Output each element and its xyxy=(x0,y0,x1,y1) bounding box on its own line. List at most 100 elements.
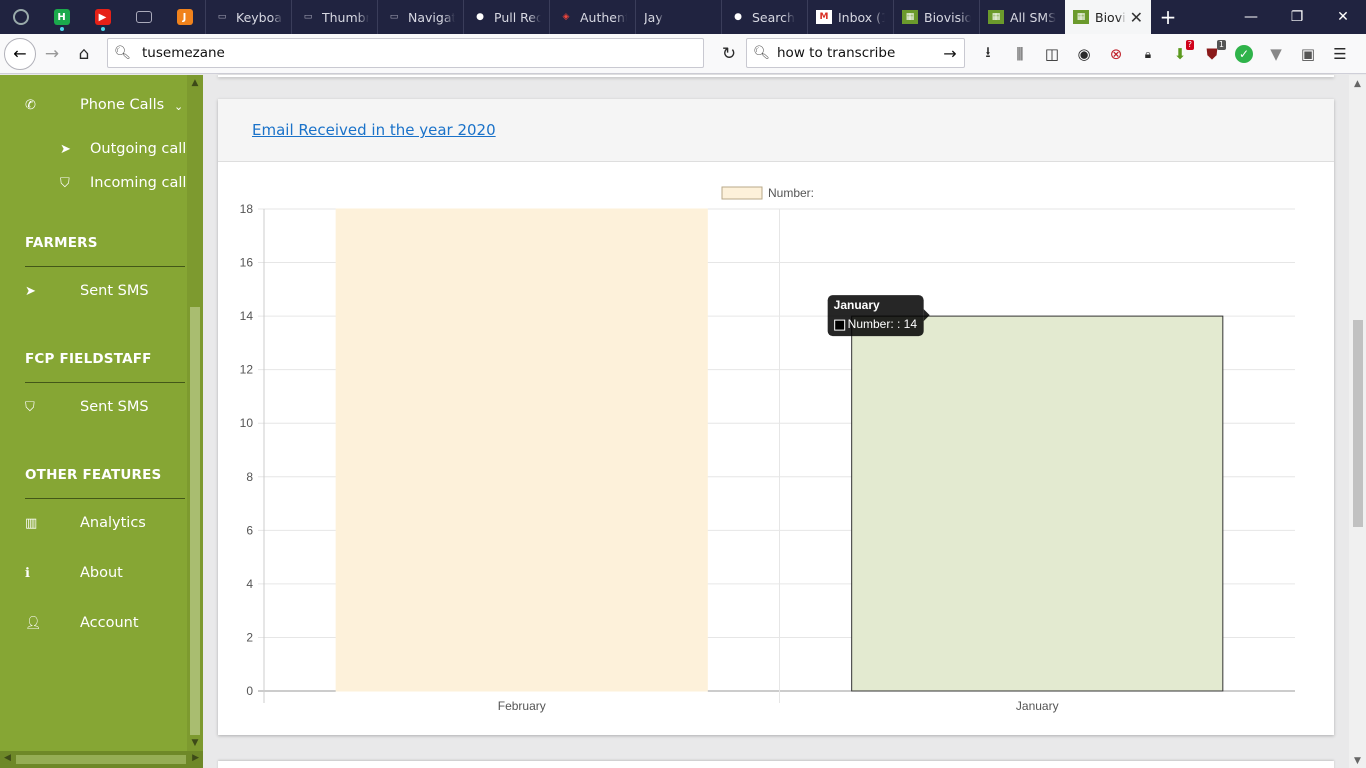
chevron-down-icon[interactable]: ⌄ xyxy=(174,100,183,113)
account-button[interactable]: ◉ xyxy=(1068,38,1100,70)
ublock-icon: ⛊ xyxy=(1206,45,1218,63)
sidebar-item-incoming-calls[interactable]: ⛉ Incoming calls xyxy=(60,175,194,191)
sidebar-item-about[interactable]: ℹ About xyxy=(25,565,123,581)
tab[interactable]: ▭ Thumbn xyxy=(291,0,377,34)
tab[interactable]: ● Pull Req xyxy=(463,0,549,34)
tab[interactable]: ▭ Keyboar xyxy=(205,0,291,34)
tab-label: Keyboar xyxy=(236,9,283,25)
x-tick-label: January xyxy=(1016,699,1059,713)
tooltip-swatch xyxy=(834,319,846,331)
search-go-icon[interactable]: → xyxy=(936,44,964,63)
tab[interactable]: ▭ Navigati xyxy=(377,0,463,34)
tab[interactable]: ● Search xyxy=(721,0,807,34)
blocker-button[interactable]: ⊗ xyxy=(1100,38,1132,70)
lock-button[interactable]: 🔒︎ xyxy=(1132,38,1164,70)
scrollbar-thumb[interactable] xyxy=(190,307,200,735)
sidebar-scrollbar[interactable]: ▲ ▼ xyxy=(187,75,203,751)
sidebar-item-fcp-sent-sms[interactable]: ⛉ Sent SMS xyxy=(25,399,149,415)
scroll-up-icon[interactable]: ▲ xyxy=(187,75,203,91)
sidebar-item-label: Sent SMS xyxy=(80,283,149,299)
vue-devtools-button[interactable]: ▼ xyxy=(1260,38,1292,70)
arrow-right-icon: → xyxy=(44,43,60,64)
scroll-down-icon[interactable]: ▼ xyxy=(187,735,203,751)
pinned-tab-4[interactable] xyxy=(123,0,164,34)
scroll-down-icon[interactable]: ▼ xyxy=(1349,756,1366,766)
tab-indicator-dot xyxy=(100,27,105,31)
sidebar-item-outgoing-calls[interactable]: ➤ Outgoing calls xyxy=(60,141,194,157)
tab[interactable]: ▦ All SMS xyxy=(979,0,1065,34)
screen-icon xyxy=(135,11,152,23)
back-button[interactable]: ← xyxy=(4,37,36,70)
minimize-icon[interactable]: — xyxy=(1228,0,1274,34)
sidebar-item-account[interactable]: 👤︎ Account xyxy=(25,615,139,631)
y-tick-label: 14 xyxy=(240,309,254,323)
sidebar-item-phone-calls[interactable]: ✆ Phone Calls xyxy=(25,97,164,113)
tooltip: January Number: : 14 xyxy=(827,295,930,337)
nav-toolbar: ← → ⌂ 🔍︎ tusemezane ↻ 🔍︎ how to transcri… xyxy=(0,34,1366,74)
tab[interactable]: M Inbox (1, xyxy=(807,0,893,34)
download-icon: ⭳ xyxy=(985,42,991,61)
ublock-button[interactable]: ⛊ 1 xyxy=(1196,38,1228,70)
scroll-right-icon[interactable]: ▶ xyxy=(192,753,199,763)
pinned-tab-2[interactable]: H xyxy=(41,0,82,34)
sidebar-item-farmers-sent-sms[interactable]: ➤ Sent SMS xyxy=(25,283,149,299)
download-button[interactable]: ⭳ xyxy=(972,38,1004,70)
pinned-tab-5[interactable]: J xyxy=(164,0,205,34)
legend-swatch xyxy=(721,186,763,200)
pinned-tab-1[interactable] xyxy=(0,0,41,34)
tab-label: Inbox (1, xyxy=(838,9,885,25)
reload-button[interactable]: ↻ xyxy=(713,38,745,70)
scroll-left-icon[interactable]: ◀ xyxy=(4,753,11,763)
bar-february xyxy=(335,208,708,692)
tab[interactable]: ◈ Authent xyxy=(549,0,635,34)
tab-label: Navigati xyxy=(408,9,455,25)
screen-icon: ▭ xyxy=(303,12,313,22)
circle-app-icon xyxy=(12,9,29,25)
search-value: how to transcribe xyxy=(777,45,896,61)
youtube-icon: ▶ xyxy=(94,9,111,25)
new-tab-button[interactable]: + xyxy=(1151,0,1185,34)
reload-icon: ↻ xyxy=(721,44,737,64)
url-bar[interactable]: 🔍︎ tusemezane xyxy=(107,38,704,68)
email-received-link[interactable]: Email Received in the year 2020 xyxy=(252,121,496,139)
scrollbar-thumb[interactable] xyxy=(16,755,186,764)
menu-button[interactable]: ☰ xyxy=(1324,38,1356,70)
screenshot-button[interactable]: ▣ xyxy=(1292,38,1324,70)
close-tab-icon[interactable]: ✕ xyxy=(1130,8,1143,27)
sidebar-item-label: Outgoing calls xyxy=(90,141,194,157)
sidebar-item-analytics[interactable]: ▥ Analytics xyxy=(25,515,146,531)
scrollbar-thumb[interactable] xyxy=(1353,320,1363,527)
tab-label: Pull Req xyxy=(494,9,541,25)
library-button[interactable]: ⫼ xyxy=(1004,38,1036,70)
sidebar-horizontal-scrollbar[interactable]: ◀ ▶ xyxy=(0,751,203,768)
restore-icon[interactable]: ❐ xyxy=(1274,0,1320,34)
search-bar[interactable]: 🔍︎ how to transcribe → xyxy=(746,38,965,68)
check-button[interactable]: ✓ xyxy=(1228,38,1260,70)
pinned-tab-3[interactable]: ▶ xyxy=(82,0,123,34)
camera-icon: ▣ xyxy=(1300,45,1316,63)
forward-button[interactable]: → xyxy=(36,38,68,70)
main-content: Email Received in the year 2020 0 2 4 6 8 10 1… xyxy=(203,75,1349,768)
home-button[interactable]: ⌂ xyxy=(68,38,100,70)
tooltip-body: Number: : 14 xyxy=(848,317,918,331)
tab-label: Thumbn xyxy=(322,9,369,25)
sidebar-item-label: Account xyxy=(80,615,139,631)
section-heading-fcp-fieldstaff: FCP FIELDSTAFF xyxy=(25,351,152,367)
window-controls: — ❐ ✕ xyxy=(1228,0,1366,34)
download-helper-button[interactable]: ⬇? xyxy=(1164,38,1196,70)
tab-active[interactable]: ▦ Biovi ✕ xyxy=(1065,0,1151,34)
page-scrollbar[interactable]: ▲ ▼ xyxy=(1349,75,1366,768)
close-window-icon[interactable]: ✕ xyxy=(1320,0,1366,34)
y-tick-label: 18 xyxy=(240,202,254,216)
sidebar-toggle-button[interactable]: ◫ xyxy=(1036,38,1068,70)
block-icon: ⊗ xyxy=(1109,45,1123,63)
scroll-up-icon[interactable]: ▲ xyxy=(1349,79,1366,89)
tab[interactable]: ▦ Biovision xyxy=(893,0,979,34)
home-icon: ⌂ xyxy=(78,43,90,64)
y-tick-label: 12 xyxy=(240,363,254,377)
biovision-icon: ▦ xyxy=(902,10,918,24)
bar-january xyxy=(851,315,1224,692)
tooltip-title: January xyxy=(834,298,880,312)
inbox-icon: ⛉ xyxy=(25,399,35,415)
tab[interactable]: Jay xyxy=(635,0,721,34)
